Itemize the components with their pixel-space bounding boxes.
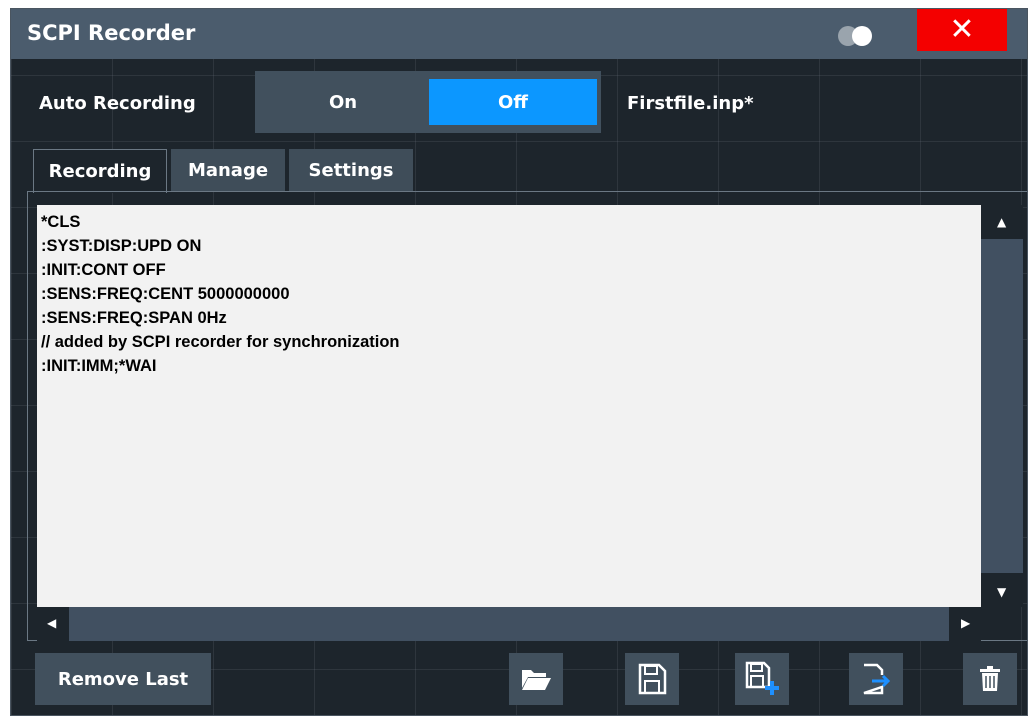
open-folder-icon xyxy=(522,670,551,690)
scroll-up-icon[interactable]: ▲ xyxy=(997,215,1006,229)
scpi-command-editor[interactable]: *CLS :SYST:DISP:UPD ON :INIT:CONT OFF :S… xyxy=(37,205,981,607)
tab-manage[interactable]: Manage xyxy=(171,149,285,191)
remove-last-button[interactable]: Remove Last xyxy=(35,653,211,705)
transparency-toggle-icon[interactable] xyxy=(835,25,881,47)
export-button[interactable] xyxy=(849,653,903,705)
delete-icon xyxy=(980,666,1000,691)
title-bar: SCPI Recorder ✕ xyxy=(11,9,1027,59)
close-icon: ✕ xyxy=(949,12,975,47)
auto-recording-off-button[interactable]: Off xyxy=(429,79,597,125)
command-line: :SENS:FREQ:SPAN 0Hz xyxy=(41,309,227,327)
save-as-icon xyxy=(745,661,779,695)
export-icon xyxy=(863,663,891,695)
auto-recording-switch: On Off xyxy=(255,71,601,133)
auto-recording-on-button[interactable]: On xyxy=(259,79,427,125)
save-icon xyxy=(638,663,667,695)
command-line: :SENS:FREQ:CENT 5000000000 xyxy=(41,285,290,303)
scroll-right-icon[interactable]: ▶ xyxy=(961,616,970,630)
command-line: *CLS xyxy=(41,213,81,231)
scroll-down-icon[interactable]: ▼ xyxy=(997,585,1006,599)
save-button[interactable] xyxy=(625,653,679,705)
tab-settings[interactable]: Settings xyxy=(289,149,413,191)
command-line: :INIT:CONT OFF xyxy=(41,261,166,279)
open-button[interactable] xyxy=(509,653,563,705)
horizontal-scrollbar[interactable]: ◀ ▶ xyxy=(37,607,981,641)
delete-button[interactable] xyxy=(963,653,1017,705)
auto-recording-label: Auto Recording xyxy=(39,93,196,114)
command-line: :INIT:IMM;*WAI xyxy=(41,357,157,375)
vertical-scrollbar[interactable]: ▲ ▼ xyxy=(981,205,1023,607)
vertical-scroll-thumb[interactable] xyxy=(981,239,1023,573)
command-line: // added by SCPI recorder for synchroniz… xyxy=(41,333,400,351)
command-line: :SYST:DISP:UPD ON xyxy=(41,237,202,255)
save-as-button[interactable] xyxy=(735,653,789,705)
close-button[interactable]: ✕ xyxy=(917,9,1007,51)
current-filename: Firstfile.inp* xyxy=(627,93,754,114)
horizontal-scroll-thumb[interactable] xyxy=(69,607,949,641)
scpi-recorder-dialog: SCPI Recorder ✕ Auto Recording On Off Fi… xyxy=(10,8,1028,716)
tab-recording[interactable]: Recording xyxy=(33,149,167,193)
scroll-left-icon[interactable]: ◀ xyxy=(47,616,56,630)
dialog-title: SCPI Recorder xyxy=(27,21,196,45)
